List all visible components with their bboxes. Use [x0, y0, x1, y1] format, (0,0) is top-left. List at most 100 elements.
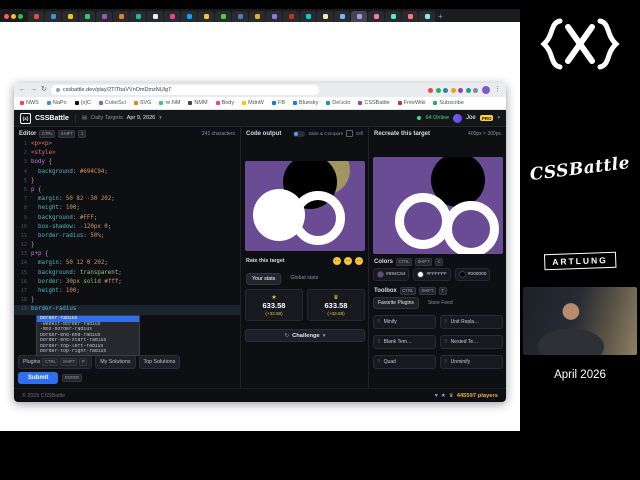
- code-line[interactable]: 19 border-radius: [14, 305, 240, 315]
- code-line[interactable]: 9 background: #FFF;: [14, 214, 240, 223]
- plugin-item[interactable]: ⠿ Blank Tem…: [373, 335, 436, 349]
- editor-tab-plugins[interactable]: Plugins CTRL SHIFT P: [18, 355, 93, 369]
- target-canvas[interactable]: [373, 157, 503, 254]
- bookmark-item[interactable]: SVG: [133, 100, 151, 106]
- browser-tab[interactable]: [198, 11, 214, 22]
- toolbox-tab-store-feed[interactable]: Store Feed: [424, 298, 457, 308]
- code-line[interactable]: 6p {: [14, 186, 240, 195]
- editor-tab-my-solutions[interactable]: My Solutions: [95, 355, 136, 369]
- browser-tab[interactable]: [28, 11, 44, 22]
- browser-tab[interactable]: [334, 11, 350, 22]
- browser-tab[interactable]: [232, 11, 248, 22]
- stats-tab-global-stats[interactable]: Global stats: [285, 273, 323, 285]
- bookmark-item[interactable]: Del.icio: [326, 100, 350, 106]
- daily-targets-link[interactable]: Daily Targets: [91, 115, 123, 121]
- user-avatar[interactable]: [453, 113, 463, 123]
- color-chip[interactable]: #FFFFFF: [413, 268, 451, 281]
- plugin-item[interactable]: ⠿ Nested Te…: [440, 335, 503, 349]
- code-line[interactable]: 16 border: 30px solid #fff;: [14, 278, 240, 287]
- footer-icon[interactable]: ♛: [449, 393, 454, 399]
- browser-tab[interactable]: [283, 11, 299, 22]
- autocomplete-option[interactable]: border-top-right-radius: [37, 349, 139, 355]
- color-chip[interactable]: #000000: [454, 268, 491, 281]
- code-line[interactable]: 14 margin: 50 12 0 202;: [14, 259, 240, 268]
- code-line[interactable]: 1 <p><p>: [14, 140, 240, 149]
- plugin-item[interactable]: ⠿ Unminify: [440, 355, 503, 369]
- code-line[interactable]: 15 background: transparent;: [14, 269, 240, 278]
- bookmark-item[interactable]: NMM: [188, 100, 208, 106]
- bookmark-item[interactable]: Bluesky: [293, 100, 318, 106]
- browser-tab[interactable]: [402, 11, 418, 22]
- browser-tab[interactable]: [249, 11, 265, 22]
- new-tab-button[interactable]: +: [438, 11, 443, 22]
- bookmark-item[interactable]: ColorSci: [99, 100, 126, 106]
- extension-icon[interactable]: [450, 87, 456, 93]
- forward-icon[interactable]: →: [30, 83, 37, 97]
- code-line[interactable]: 17 height: 100;: [14, 287, 240, 296]
- extension-icon[interactable]: [458, 87, 463, 93]
- diff-checkbox[interactable]: [346, 130, 354, 137]
- code-line[interactable]: 13 p+p {: [14, 250, 240, 259]
- code-line[interactable]: 2 <style>: [14, 149, 240, 158]
- browser-tab[interactable]: [62, 11, 78, 22]
- browser-tab[interactable]: [266, 11, 282, 22]
- code-line[interactable]: 4 background: #694C94;: [14, 168, 240, 177]
- browser-tab[interactable]: [147, 11, 163, 22]
- neutral-face-icon[interactable]: [344, 257, 352, 265]
- window-control-icon[interactable]: [18, 14, 23, 19]
- browser-tab[interactable]: [368, 11, 384, 22]
- bookmark-item[interactable]: FreeWiki: [397, 100, 425, 106]
- code-line[interactable]: 3 body {: [14, 158, 240, 167]
- editor-tab-top-solutions[interactable]: Top Solutions: [138, 355, 181, 369]
- toolbox-tab-favorite-plugins[interactable]: Favorite Plugins: [373, 297, 419, 309]
- browser-tab[interactable]: [351, 11, 367, 22]
- bookmark-item[interactable]: FB: [272, 100, 285, 106]
- extension-icon[interactable]: [435, 87, 441, 93]
- browser-menu-icon[interactable]: ⋮: [494, 83, 501, 97]
- browser-tab[interactable]: [419, 11, 435, 22]
- browser-tab[interactable]: [79, 11, 95, 22]
- browser-tab[interactable]: [317, 11, 333, 22]
- submit-button[interactable]: Submit: [18, 372, 59, 384]
- plugin-item[interactable]: ⠿ Unit Repla…: [440, 315, 503, 329]
- browser-tab[interactable]: [130, 11, 146, 22]
- extension-icon[interactable]: [428, 87, 433, 93]
- extension-icon[interactable]: [465, 87, 471, 93]
- user-menu-chevron-icon[interactable]: ▾: [497, 115, 500, 121]
- bookmark-item[interactable]: {x}C: [74, 100, 91, 106]
- extension-icon[interactable]: [473, 87, 478, 93]
- challenge-button[interactable]: ↻ Challenge ▾: [245, 329, 365, 342]
- back-icon[interactable]: ←: [19, 83, 26, 97]
- code-line[interactable]: 18}: [14, 296, 240, 305]
- browser-tab[interactable]: [181, 11, 197, 22]
- address-bar[interactable]: cssbattle.dev/play/2TlTbaVVnOmDmzNUlg7: [50, 85, 319, 95]
- bookmark-item[interactable]: NaPo: [46, 100, 67, 106]
- bookmark-item[interactable]: Subscribe: [433, 100, 464, 106]
- color-chip[interactable]: #694C94: [373, 268, 410, 281]
- bookmark-item[interactable]: re.NM: [159, 100, 180, 106]
- browser-tab[interactable]: [113, 11, 129, 22]
- target-date[interactable]: Apr 9, 2026: [127, 115, 155, 121]
- bookmark-item[interactable]: MdnW: [242, 100, 264, 106]
- browser-tab[interactable]: [300, 11, 316, 22]
- code-line[interactable]: 7 margin: 50 82 -30 202;: [14, 195, 240, 204]
- extension-icon[interactable]: [443, 87, 448, 93]
- browser-profile-avatar[interactable]: [482, 86, 490, 94]
- code-line[interactable]: 12}: [14, 241, 240, 250]
- browser-tab[interactable]: [96, 11, 112, 22]
- plugin-item[interactable]: ⠿ Quad: [373, 355, 436, 369]
- stats-tab-your-stats[interactable]: Your stats: [246, 273, 282, 285]
- code-area[interactable]: 1 <p><p> 2 <style> 3 body {4 background: #694…: [14, 140, 240, 316]
- chevron-down-icon[interactable]: ▾: [159, 115, 162, 121]
- brand-title[interactable]: CSSBattle: [35, 115, 69, 122]
- angry-face-icon[interactable]: [333, 257, 341, 265]
- footer-icon[interactable]: ♥: [435, 393, 438, 399]
- browser-tab[interactable]: [45, 11, 61, 22]
- window-control-icon[interactable]: [4, 14, 9, 19]
- plugin-item[interactable]: ⠿ Minify: [373, 315, 436, 329]
- bookmark-item[interactable]: NWS: [20, 100, 39, 106]
- username[interactable]: Joe: [466, 115, 476, 121]
- bookmark-item[interactable]: Body: [215, 100, 234, 106]
- browser-tab[interactable]: [215, 11, 231, 22]
- code-line[interactable]: 8 height: 100;: [14, 204, 240, 213]
